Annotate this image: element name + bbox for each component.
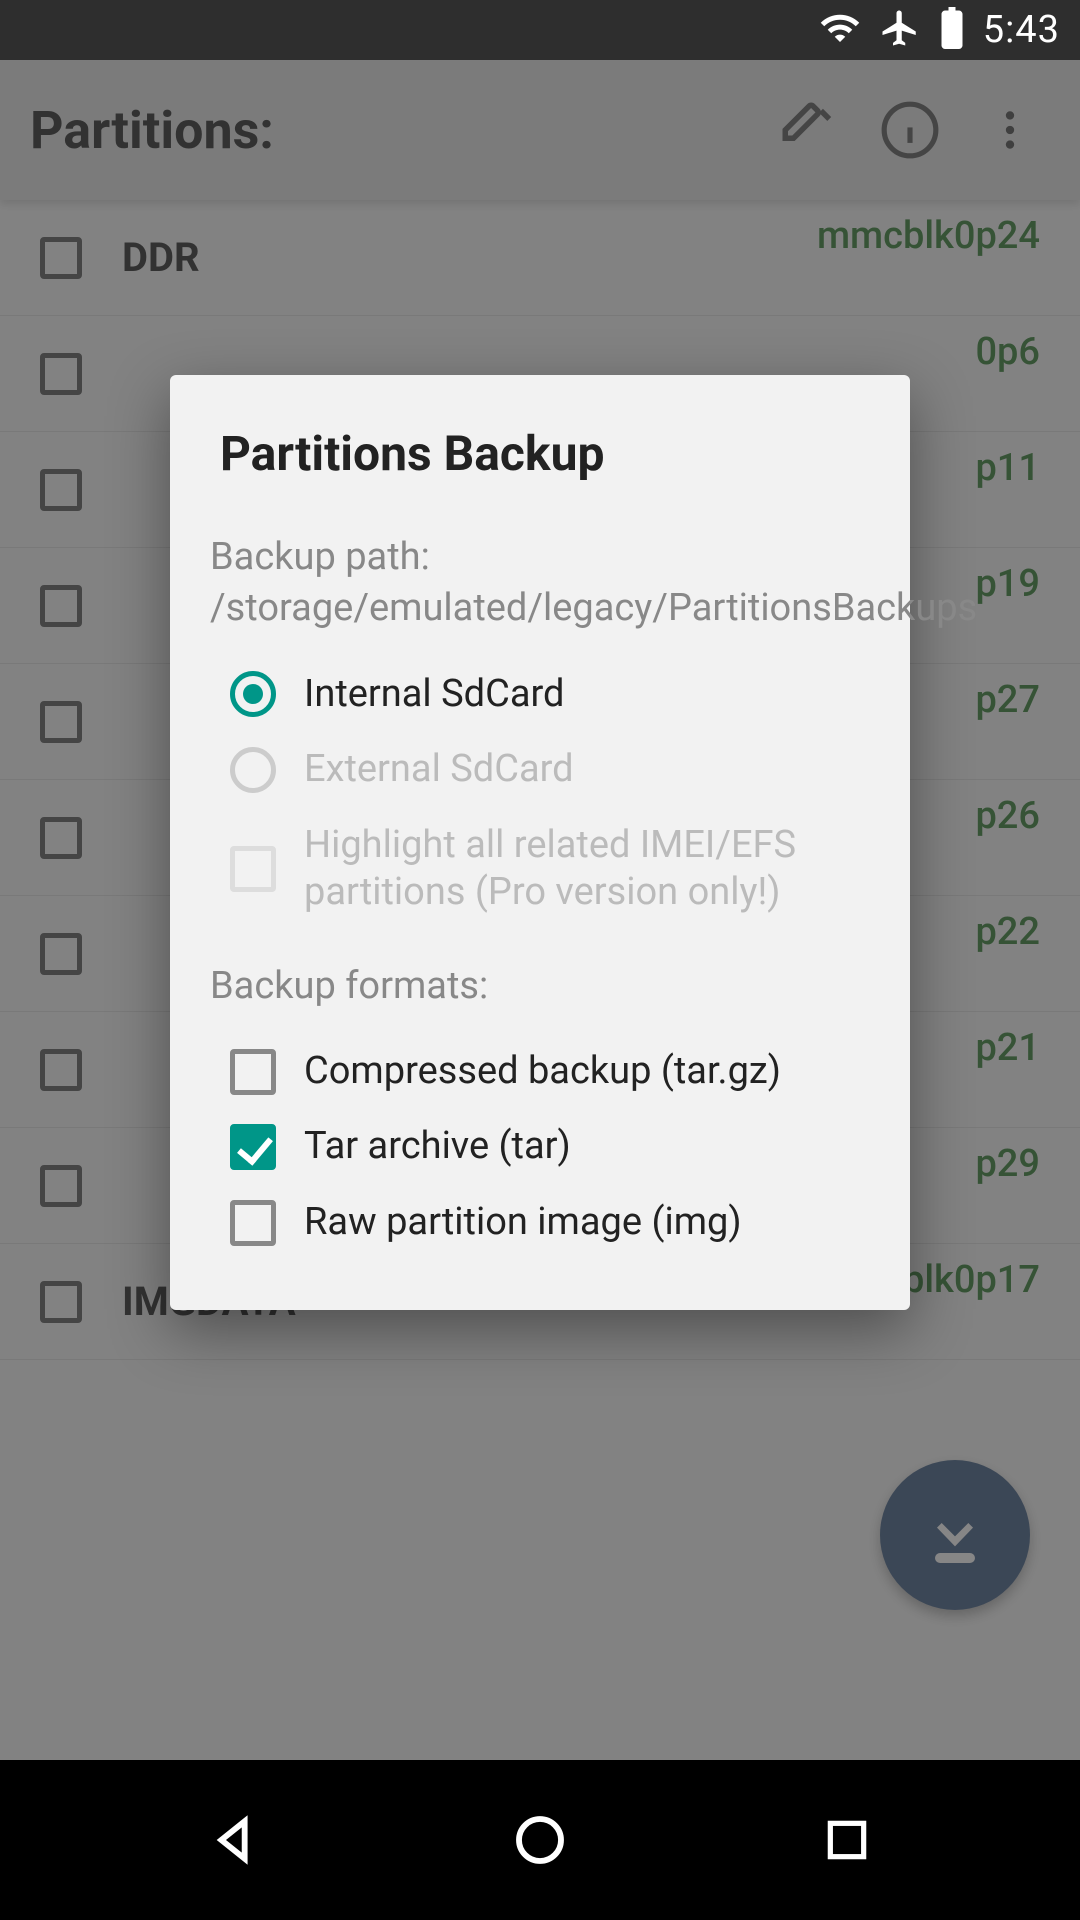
option-label: Tar archive (tar): [304, 1123, 571, 1171]
checkbox-highlight-imei: Highlight all related IMEI/EFS partition…: [210, 808, 870, 931]
navigation-bar: [0, 1760, 1080, 1920]
checkbox-compressed[interactable]: Compressed backup (tar.gz): [210, 1034, 870, 1110]
option-label: Highlight all related IMEI/EFS partition…: [304, 822, 870, 917]
formats-label: Backup formats:: [210, 961, 870, 1012]
recents-button[interactable]: [807, 1800, 887, 1880]
checkbox-icon: [230, 1200, 276, 1246]
wifi-icon: [819, 7, 861, 53]
checkbox-raw[interactable]: Raw partition image (img): [210, 1185, 870, 1261]
radio-internal-sdcard[interactable]: Internal SdCard: [210, 657, 870, 733]
checkbox-icon: [230, 1124, 276, 1170]
checkbox-icon: [230, 1049, 276, 1095]
dialog-title: Partitions Backup: [210, 425, 870, 482]
checkbox-tar[interactable]: Tar archive (tar): [210, 1109, 870, 1185]
backup-path-label: Backup path: /storage/emulated/legacy/Pa…: [210, 532, 870, 635]
radio-icon: [230, 671, 276, 717]
option-label: Compressed backup (tar.gz): [304, 1048, 781, 1096]
option-label: Internal SdCard: [304, 671, 564, 719]
checkbox-icon: [230, 846, 276, 892]
app-screen: Partitions: DDR mmcblk0p24 0p6 p11: [0, 60, 1080, 1760]
radio-icon: [230, 747, 276, 793]
modal-scrim[interactable]: Partitions Backup Backup path: /storage/…: [0, 60, 1080, 1760]
radio-external-sdcard: External SdCard: [210, 732, 870, 808]
backup-path-value: /storage/emulated/legacy/PartitionsBacku…: [210, 586, 977, 630]
backup-dialog: Partitions Backup Backup path: /storage/…: [170, 375, 910, 1310]
home-button[interactable]: [500, 1800, 580, 1880]
option-label: Raw partition image (img): [304, 1199, 742, 1247]
airplane-icon: [879, 7, 921, 53]
back-button[interactable]: [193, 1800, 273, 1880]
status-time: 5:43: [983, 8, 1060, 52]
battery-icon: [939, 7, 965, 53]
status-bar: 5:43: [0, 0, 1080, 60]
option-label: External SdCard: [304, 746, 574, 794]
